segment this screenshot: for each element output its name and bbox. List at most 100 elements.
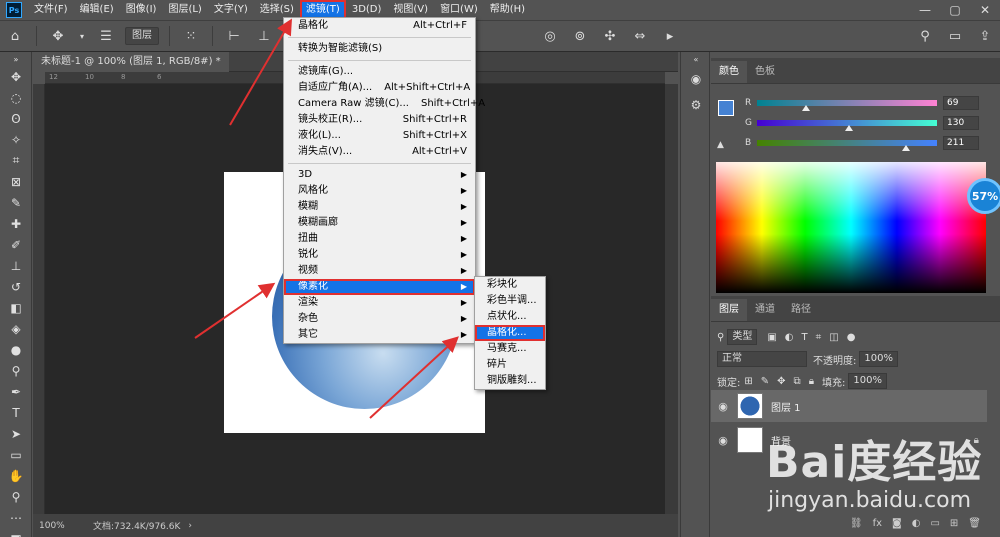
crop-tool-icon[interactable]: ⌗ bbox=[0, 150, 32, 171]
lock-transparent-icon[interactable]: ⊞ bbox=[744, 376, 752, 387]
new-layer-icon[interactable]: ⊞ bbox=[950, 518, 958, 529]
filter-type-icon[interactable]: T bbox=[802, 332, 808, 343]
color-spectrum[interactable] bbox=[716, 162, 986, 293]
magic-wand-icon[interactable]: ✧ bbox=[0, 129, 32, 150]
color-swatches-icon[interactable]: ◩ bbox=[0, 528, 32, 537]
3d-slide-icon[interactable]: ⇔ bbox=[629, 25, 651, 47]
filter-menu-item[interactable]: 扭曲 ▶ bbox=[284, 231, 475, 247]
history-brush-icon[interactable]: ↺ bbox=[0, 276, 32, 297]
3d-roll-icon[interactable]: ⊚ bbox=[569, 25, 591, 47]
opacity-field[interactable]: 100% bbox=[859, 351, 898, 367]
filter-menu-item[interactable]: 自适应广角(A)... Alt+Shift+Ctrl+A bbox=[284, 80, 475, 96]
mask-icon[interactable]: ◙ bbox=[892, 518, 902, 529]
filter-shape-icon[interactable]: ⌗ bbox=[816, 332, 822, 343]
filter-toggle-icon[interactable]: ● bbox=[847, 332, 856, 343]
layer-row[interactable]: ◉ 图层 1 bbox=[711, 390, 987, 422]
lock-all-icon[interactable]: 🔒︎ bbox=[809, 376, 814, 387]
filter-menu-item[interactable]: 消失点(V)... Alt+Ctrl+V bbox=[284, 144, 475, 160]
align-left-icon[interactable]: ⊢ bbox=[223, 25, 245, 47]
shape-tool-icon[interactable]: ▭ bbox=[0, 444, 32, 465]
healing-brush-icon[interactable]: ✚ bbox=[0, 213, 32, 234]
channel-value-field[interactable]: 69 bbox=[943, 96, 979, 110]
pixelate-menu-item[interactable]: 铜版雕刻... bbox=[475, 373, 545, 389]
filter-kind-dropdown[interactable]: 类型 bbox=[727, 329, 758, 345]
collapse-toolbar-icon[interactable]: » bbox=[0, 52, 32, 66]
tab-channels[interactable]: 通道 bbox=[747, 299, 783, 321]
filter-menu-item[interactable]: 其它 ▶ bbox=[284, 327, 475, 343]
channel-slider[interactable] bbox=[757, 140, 937, 151]
fill-field[interactable]: 100% bbox=[848, 373, 887, 389]
menu-item[interactable]: 图层(L) bbox=[162, 0, 207, 20]
filter-smart-icon[interactable]: ◫ bbox=[829, 332, 838, 343]
move-tool-icon[interactable]: ✥ bbox=[0, 66, 32, 87]
paint-bucket-icon[interactable]: ◈ bbox=[0, 318, 32, 339]
layer-row[interactable]: ◉ 背景 🔒︎ bbox=[711, 424, 987, 456]
layers-stack-icon[interactable]: ☰ bbox=[95, 25, 117, 47]
auto-select-dropdown[interactable]: 图层 bbox=[125, 27, 159, 45]
warning-icon[interactable]: ▲ bbox=[717, 140, 724, 150]
slider-handle[interactable] bbox=[801, 105, 810, 111]
channel-value-field[interactable]: 130 bbox=[943, 116, 979, 130]
foreground-color-swatch[interactable] bbox=[718, 100, 734, 116]
marquee-tool-icon[interactable]: ◌ bbox=[0, 87, 32, 108]
pixelate-menu-item[interactable]: 彩块化 bbox=[475, 277, 545, 293]
lock-artboard-icon[interactable]: ⧉ bbox=[794, 376, 801, 387]
tab-paths[interactable]: 路径 bbox=[783, 299, 819, 321]
lock-pixels-icon[interactable]: ✎ bbox=[761, 376, 769, 387]
home-icon[interactable]: ⌂ bbox=[4, 25, 26, 47]
tab-color[interactable]: 颜色 bbox=[711, 61, 747, 83]
fx-icon[interactable]: fx bbox=[873, 518, 882, 529]
eyedropper-icon[interactable]: ✎ bbox=[0, 192, 32, 213]
filter-menu-item[interactable]: 晶格化 Alt+Ctrl+F bbox=[284, 18, 475, 34]
adjustment-icon[interactable]: ◐ bbox=[912, 518, 921, 529]
hand-tool-icon[interactable]: ✋ bbox=[0, 465, 32, 486]
more-tools-icon[interactable]: ⋯ bbox=[0, 507, 32, 528]
trash-icon[interactable]: 🗑︎ bbox=[968, 518, 981, 529]
filter-adjustment-icon[interactable]: ◐ bbox=[785, 332, 794, 343]
dodge-tool-icon[interactable]: ⚲ bbox=[0, 360, 32, 381]
eye-icon[interactable]: ◉ bbox=[711, 434, 735, 447]
tab-layers[interactable]: 图层 bbox=[711, 299, 747, 321]
eye-icon[interactable]: ◉ bbox=[711, 400, 735, 413]
properties-icon[interactable]: ⚙ bbox=[681, 92, 711, 118]
slider-handle[interactable] bbox=[844, 125, 853, 131]
filter-menu-item[interactable]: 视频 ▶ bbox=[284, 263, 475, 279]
group-icon[interactable]: ▭ bbox=[930, 518, 939, 529]
filter-menu-item[interactable]: 滤镜库(G)... bbox=[284, 64, 475, 80]
filter-menu-item[interactable]: 锐化 ▶ bbox=[284, 247, 475, 263]
channel-value-field[interactable]: 211 bbox=[943, 136, 979, 150]
search-icon[interactable]: ⚲ bbox=[914, 25, 936, 47]
filter-menu-item[interactable]: 渲染 ▶ bbox=[284, 295, 475, 311]
menu-item[interactable]: 文字(Y) bbox=[208, 0, 254, 20]
document-tab[interactable]: 未标题-1 @ 100% (图层 1, RGB/8#) * bbox=[33, 52, 229, 72]
tab-swatches[interactable]: 色板 bbox=[747, 61, 783, 83]
slider-handle[interactable] bbox=[902, 145, 911, 151]
pixelate-menu-item[interactable]: 马赛克... bbox=[475, 341, 545, 357]
camera-icon[interactable]: ◉ bbox=[681, 66, 711, 92]
vertical-scrollbar[interactable] bbox=[665, 84, 678, 514]
type-tool-icon[interactable]: T bbox=[0, 402, 32, 423]
filter-menu-item[interactable]: 像素化 ▶ bbox=[284, 279, 475, 295]
chevron-right-icon[interactable]: › bbox=[188, 521, 192, 531]
pen-tool-icon[interactable]: ✒ bbox=[0, 381, 32, 402]
menu-item[interactable]: 图像(I) bbox=[120, 0, 163, 20]
brush-tool-icon[interactable]: ✐ bbox=[0, 234, 32, 255]
filter-menu-item[interactable]: 3D ▶ bbox=[284, 167, 475, 183]
link-icon[interactable]: ⛓ bbox=[850, 518, 863, 529]
share-icon[interactable]: ⇪ bbox=[974, 25, 996, 47]
menu-item[interactable]: 帮助(H) bbox=[484, 0, 531, 20]
pixelate-menu-item[interactable]: 彩色半调... bbox=[475, 293, 545, 309]
filter-menu-item[interactable]: 液化(L)... Shift+Ctrl+X bbox=[284, 128, 475, 144]
pixelate-menu-item[interactable]: 点状化... bbox=[475, 309, 545, 325]
collapse-panels-icon[interactable]: « bbox=[681, 52, 711, 66]
close-button[interactable]: ✕ bbox=[970, 0, 1000, 20]
eraser-icon[interactable]: ◧ bbox=[0, 297, 32, 318]
minimize-button[interactable]: — bbox=[910, 0, 940, 20]
frame-tool-icon[interactable]: ⊠ bbox=[0, 171, 32, 192]
filter-menu-item[interactable]: Camera Raw 滤镜(C)... Shift+Ctrl+A bbox=[284, 96, 485, 112]
pixelate-menu-item[interactable]: 碎片 bbox=[475, 357, 545, 373]
3d-camera-icon[interactable]: ▸ bbox=[659, 25, 681, 47]
move-tool-icon[interactable]: ✥ bbox=[47, 25, 69, 47]
transform-controls-icon[interactable]: ⁙ bbox=[180, 25, 202, 47]
channel-slider[interactable] bbox=[757, 120, 937, 131]
